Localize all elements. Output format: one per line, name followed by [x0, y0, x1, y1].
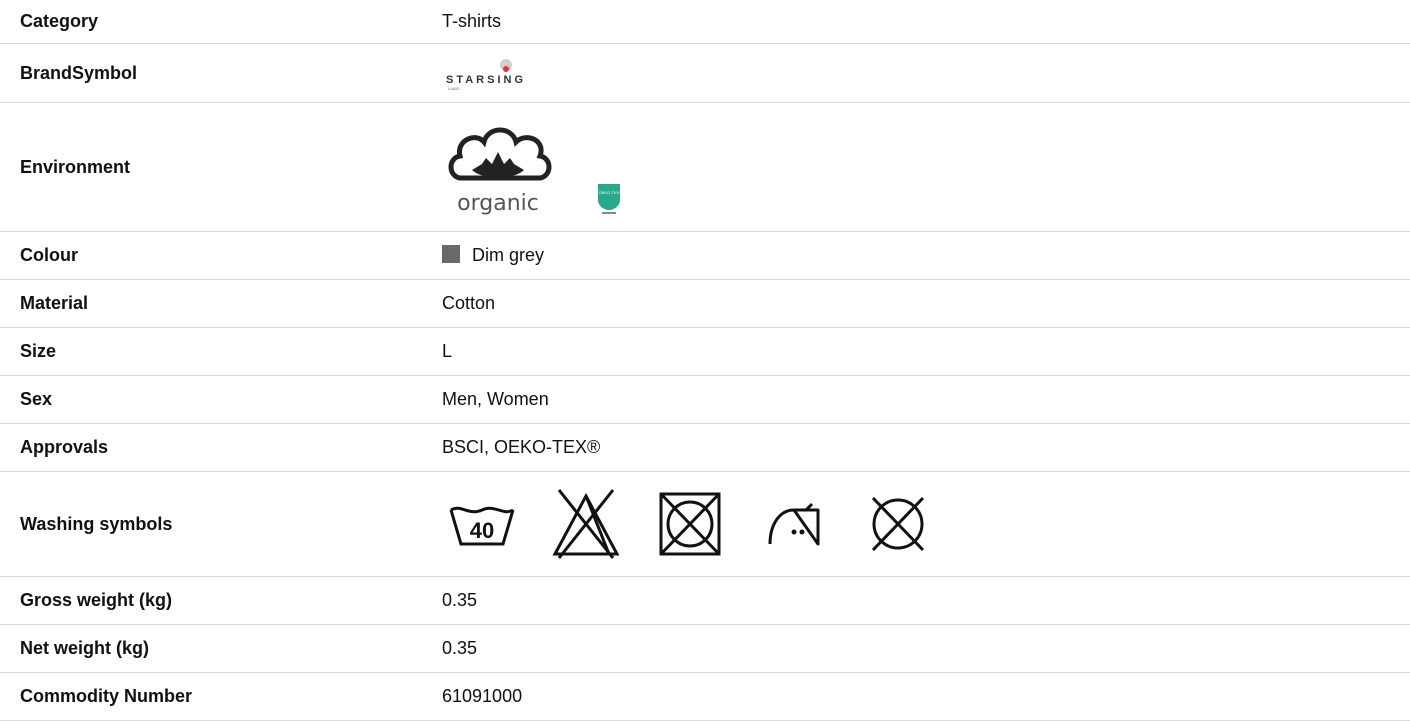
spec-label: Size: [0, 327, 442, 376]
spec-row-environment: Environment organic OEKO-TEX: [0, 102, 1410, 232]
brand-logo-text: STARSING: [446, 74, 526, 86]
spec-row-category: Category T-shirts: [0, 0, 1410, 44]
spec-value: Dim grey: [472, 245, 545, 265]
wash-40-icon: 40: [442, 484, 522, 564]
spec-row-gross-weight: Gross weight (kg) 0.35: [0, 576, 1410, 625]
spec-value: Men, Women: [442, 375, 1410, 424]
spec-label: Category: [0, 0, 442, 44]
iron-medium-icon: [754, 484, 834, 564]
spec-label: Environment: [0, 102, 442, 232]
spec-value: 61091000: [442, 672, 1410, 721]
spec-row-washing: Washing symbols 40: [0, 471, 1410, 577]
organic-cotton-icon: organic: [448, 127, 552, 216]
oeko-tex-badge-icon: OEKO-TEX: [598, 184, 620, 214]
spec-label: Sex: [0, 375, 442, 424]
spec-label: Gross weight (kg): [0, 576, 442, 625]
wash-temp: 40: [470, 518, 494, 543]
spec-row-sex: Sex Men, Women: [0, 375, 1410, 424]
spec-label: Colour: [0, 231, 442, 280]
spec-value: T-shirts: [442, 0, 1410, 44]
spec-label: Material: [0, 279, 442, 328]
washing-icons-cell: 40: [442, 471, 1410, 577]
colour-value-cell: Dim grey: [442, 231, 1410, 280]
no-tumble-dry-icon: [650, 484, 730, 564]
brand-logo-cell: STARSING LABEL: [442, 43, 1410, 103]
badge-text: OEKO-TEX: [599, 190, 620, 195]
spec-row-net-weight: Net weight (kg) 0.35: [0, 624, 1410, 673]
spec-label: Approvals: [0, 423, 442, 472]
spec-row-size: Size L: [0, 327, 1410, 376]
no-dry-clean-icon: [858, 484, 938, 564]
no-bleach-icon: [546, 484, 626, 564]
spec-value: 0.35: [442, 624, 1410, 673]
brand-logo: STARSING LABEL: [446, 59, 526, 91]
spec-value: L: [442, 327, 1410, 376]
colour-swatch: [442, 245, 460, 263]
environment-icons-cell: organic OEKO-TEX: [442, 102, 1410, 232]
spec-label: BrandSymbol: [0, 43, 442, 103]
spec-value: BSCI, OEKO-TEX®: [442, 423, 1410, 472]
spec-row-brand: BrandSymbol STARSING LABEL: [0, 43, 1410, 103]
product-specs-table: Category T-shirts BrandSymbol STARSING L…: [0, 0, 1410, 721]
spec-row-commodity: Commodity Number 61091000: [0, 672, 1410, 721]
brand-logo-sub: LABEL: [448, 86, 461, 91]
spec-row-approvals: Approvals BSCI, OEKO-TEX®: [0, 423, 1410, 472]
spec-row-material: Material Cotton: [0, 279, 1410, 328]
spec-row-colour: Colour Dim grey: [0, 231, 1410, 280]
spec-label: Net weight (kg): [0, 624, 442, 673]
organic-text: organic: [457, 191, 539, 216]
spec-label: Commodity Number: [0, 672, 442, 721]
spec-label: Washing symbols: [0, 471, 442, 577]
spec-value: Cotton: [442, 279, 1410, 328]
spec-value: 0.35: [442, 576, 1410, 625]
